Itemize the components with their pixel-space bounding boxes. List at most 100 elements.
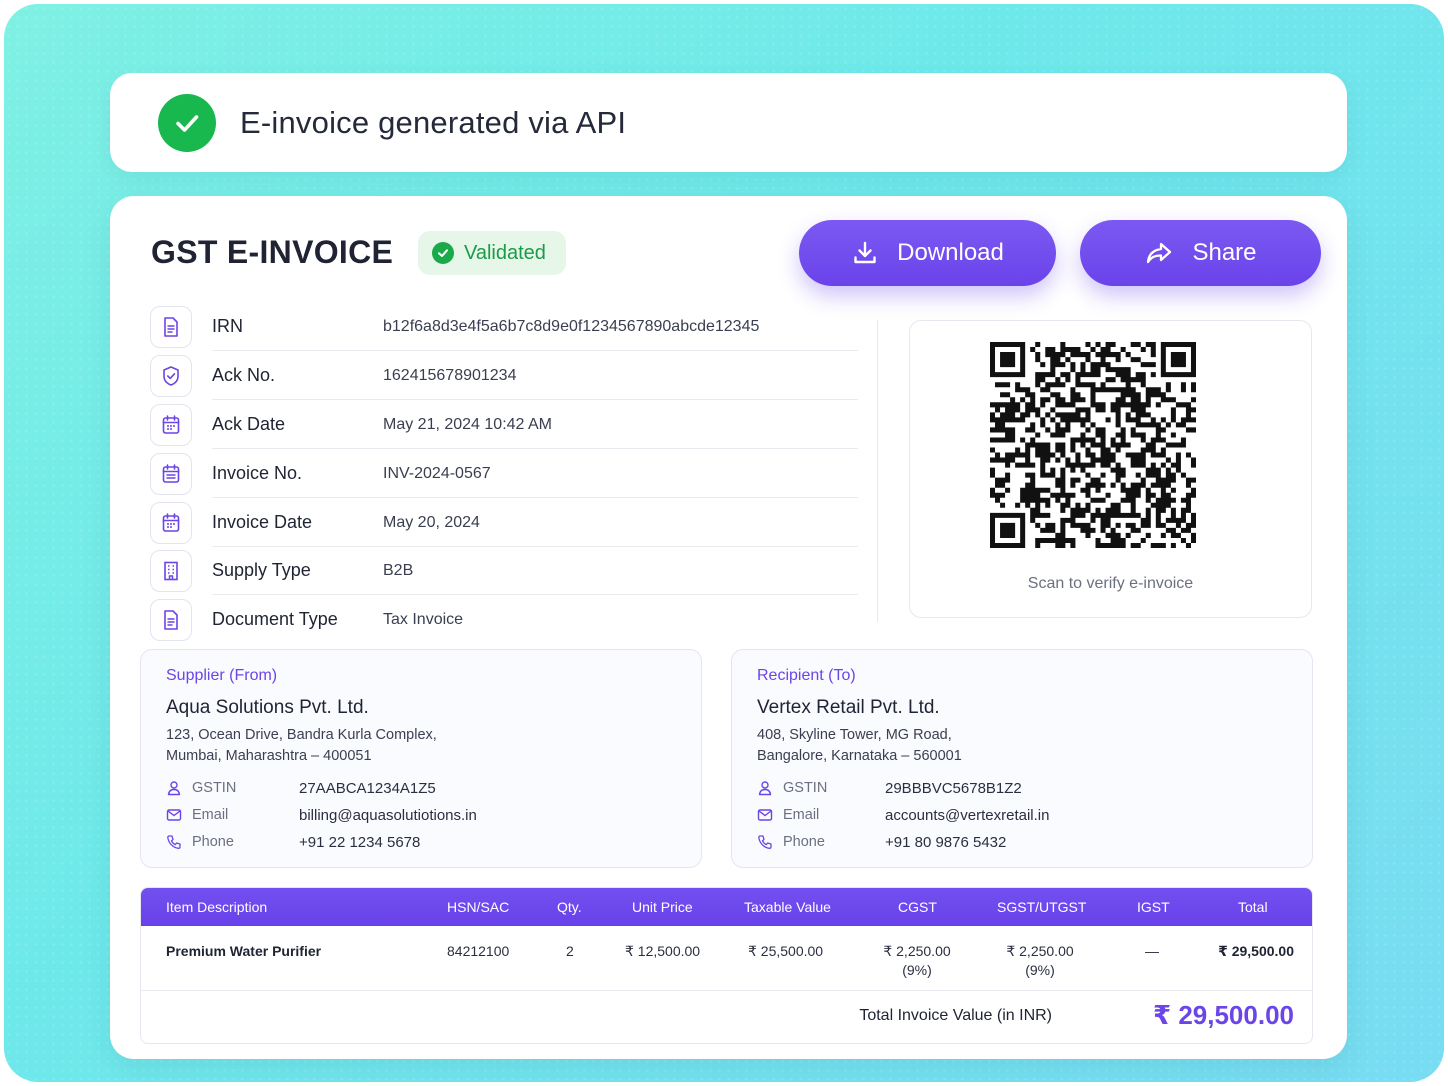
document-icon — [150, 598, 192, 641]
column-header: Qty. — [557, 899, 582, 915]
table-header: Item Description HSN/SAC Qty. Unit Price… — [141, 888, 1312, 926]
meta-label: Supply Type — [212, 560, 311, 580]
supplier-phone: Phone +91 22 1234 5678 — [166, 832, 420, 852]
user-icon — [758, 781, 772, 796]
gstin-value: 29BBBVC5678B1Z2 — [885, 779, 1022, 797]
column-header: CGST — [898, 899, 937, 915]
item-sgst: ₹ 2,250.00 — [1006, 943, 1074, 959]
download-button[interactable]: Download — [799, 220, 1056, 286]
meta-value: May 20, 2024 — [383, 513, 480, 531]
banner-title: E-invoice generated via API — [240, 104, 627, 140]
recipient-address-line2: Bangalore, Karnataka – 560001 — [757, 748, 962, 764]
meta-row-ack-date: Ack Date May 21, 2024 10:42 AM — [150, 400, 858, 449]
meta-value: May 21, 2024 10:42 AM — [383, 415, 552, 433]
item-hsn: 84212100 — [447, 943, 510, 959]
supplier-name: Aqua Solutions Pvt. Ltd. — [166, 697, 369, 718]
recipient-email: Email accounts@vertexretail.in — [757, 805, 1049, 825]
meta-value: b12f6a8d3e4f5a6b7c8d9e0f1234567890abcde1… — [383, 317, 760, 335]
meta-label: Invoice Date — [212, 512, 313, 532]
column-header: SGST/UTGST — [997, 899, 1087, 915]
email-value[interactable]: billing@aquasolutiotions.in — [299, 807, 477, 824]
meta-row-ack-no: Ack No. 162415678901234 — [150, 351, 858, 400]
check-circle-icon — [158, 93, 216, 152]
supplier-address-line2: Mumbai, Maharashtra – 400051 — [166, 748, 372, 764]
supplier-gstin: GSTIN 27AABCA1234A1Z5 — [166, 778, 436, 798]
email-label: Email — [192, 807, 229, 823]
total-value: ₹ 29,500.00 — [1153, 1000, 1294, 1030]
recipient-card: Recipient (To) Vertex Retail Pvt. Ltd. 4… — [731, 649, 1313, 868]
recipient-name: Vertex Retail Pvt. Ltd. — [757, 697, 940, 718]
column-header: HSN/SAC — [447, 899, 510, 915]
mail-icon — [757, 809, 773, 821]
meta-label: Invoice No. — [212, 463, 303, 483]
phone-label: Phone — [192, 834, 234, 850]
share-icon — [1147, 242, 1172, 264]
meta-value: INV-2024-0567 — [383, 464, 491, 482]
item-cgst-rate: (9%) — [902, 962, 932, 978]
meta-label: IRN — [212, 316, 243, 336]
meta-label: Document Type — [212, 609, 338, 629]
items-table: Item Description HSN/SAC Qty. Unit Price… — [140, 887, 1313, 1044]
item-qty: 2 — [566, 943, 574, 959]
recipient-address-line1: 408, Skyline Tower, MG Road, — [757, 727, 952, 743]
page-title: GST E-INVOICE — [151, 234, 394, 270]
meta-value: B2B — [383, 561, 414, 579]
meta-row-document-type: Document Type Tax Invoice — [150, 595, 858, 644]
recipient-gstin: GSTIN 29BBBVC5678B1Z2 — [757, 778, 1022, 798]
column-header: Taxable Value — [744, 899, 831, 915]
user-icon — [167, 781, 181, 796]
calendar-icon — [150, 403, 192, 446]
item-igst: — — [1145, 943, 1159, 959]
supplier-address-line1: 123, Ocean Drive, Bandra Kurla Complex, — [166, 727, 437, 743]
meta-label: Ack Date — [212, 414, 286, 434]
calendar-icon — [150, 501, 192, 544]
column-header: IGST — [1137, 899, 1170, 915]
phone-label: Phone — [783, 834, 825, 850]
supplier-heading: Supplier (From) — [166, 667, 278, 684]
qr-panel: Scan to verify e-invoice — [909, 320, 1312, 618]
mail-icon — [166, 809, 182, 821]
column-header: Item Description — [166, 899, 268, 915]
item-taxable-value: ₹ 25,500.00 — [748, 943, 824, 959]
phone-icon — [167, 835, 181, 849]
meta-label: Ack No. — [212, 365, 276, 385]
recipient-phone: Phone +91 80 9876 5432 — [757, 832, 1006, 852]
item-sgst-rate: (9%) — [1025, 962, 1055, 978]
shield-check-icon — [150, 354, 192, 397]
item-total: ₹ 29,500.00 — [1218, 943, 1294, 959]
recipient-heading: Recipient (To) — [757, 667, 856, 684]
success-banner: E-invoice generated via API — [110, 73, 1347, 172]
row-divider — [141, 990, 1312, 991]
phone-icon — [758, 835, 772, 849]
download-icon — [854, 241, 876, 264]
calendar-list-icon — [150, 452, 192, 495]
item-description: Premium Water Purifier — [166, 943, 322, 959]
qr-code[interactable] — [990, 342, 1196, 548]
status-badge: Validated — [418, 231, 566, 275]
vertical-divider — [877, 320, 878, 622]
meta-row-invoice-date: Invoice Date May 20, 2024 — [150, 498, 858, 547]
share-button[interactable]: Share — [1080, 220, 1321, 286]
column-header: Unit Price — [632, 899, 693, 915]
background-frame: E-invoice generated via API GST E-INVOIC… — [4, 4, 1444, 1082]
phone-value: +91 80 9876 5432 — [885, 833, 1007, 851]
email-label: Email — [783, 807, 820, 823]
supplier-card: Supplier (From) Aqua Solutions Pvt. Ltd.… — [140, 649, 702, 868]
download-button-label: Download — [897, 239, 1004, 266]
item-unit-price: ₹ 12,500.00 — [625, 943, 701, 959]
email-value[interactable]: accounts@vertexretail.in — [885, 807, 1049, 824]
share-button-label: Share — [1192, 239, 1257, 266]
building-icon — [150, 549, 192, 592]
meta-row-invoice-no: Invoice No. INV-2024-0567 — [150, 449, 858, 498]
meta-row-irn: IRN b12f6a8d3e4f5a6b7c8d9e0f1234567890ab… — [150, 302, 858, 351]
qr-caption: Scan to verify e-invoice — [1027, 575, 1194, 592]
meta-value: 162415678901234 — [383, 366, 517, 384]
phone-value: +91 22 1234 5678 — [299, 833, 421, 851]
check-circle-icon — [432, 242, 454, 264]
meta-row-supply-type: Supply Type B2B — [150, 546, 858, 595]
document-icon — [150, 305, 192, 348]
status-badge-label: Validated — [464, 241, 546, 264]
item-cgst: ₹ 2,250.00 — [883, 943, 951, 959]
gstin-label: GSTIN — [783, 780, 828, 796]
meta-value: Tax Invoice — [383, 610, 464, 628]
